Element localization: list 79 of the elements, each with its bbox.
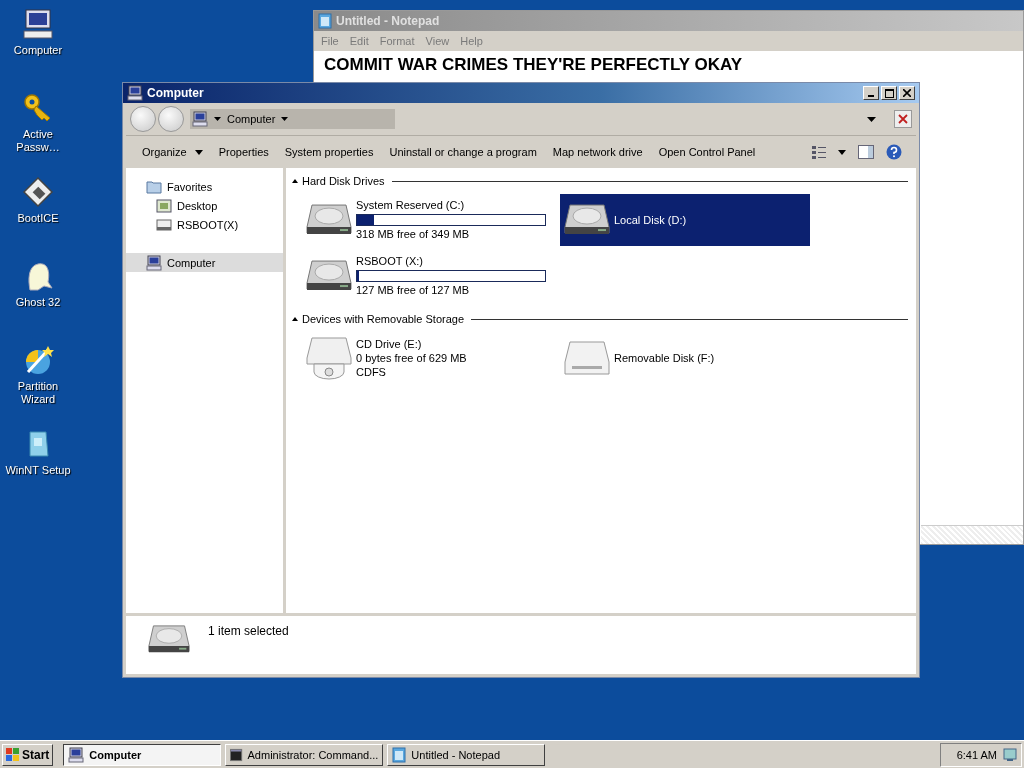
toolbar-button[interactable]: Map network drive	[544, 142, 651, 162]
toolbar-button[interactable]: Open Control Panel	[650, 142, 764, 162]
drive-icon	[156, 217, 172, 232]
drive-name: RSBOOT (X:)	[356, 255, 425, 268]
status-text: 1 item selected	[208, 624, 289, 638]
desktop-icon	[156, 198, 172, 213]
computer-icon	[22, 8, 54, 40]
toolbar-button[interactable]: Properties	[210, 142, 277, 162]
group-heading: Devices with Removable Storage	[302, 313, 465, 325]
collapse-icon[interactable]	[292, 179, 298, 183]
collapse-icon[interactable]	[292, 317, 298, 321]
text-line: COMMIT WAR CRIMES THEY'RE PERFECTLY OKAY	[324, 55, 744, 74]
scrollbar[interactable]	[921, 525, 1023, 544]
preview-pane-icon[interactable]	[858, 145, 874, 159]
taskbar-button[interactable]: Computer	[63, 743, 222, 766]
computer-icon	[146, 254, 162, 271]
maximize-icon	[884, 88, 894, 98]
nav-item[interactable]: Favorites	[126, 177, 283, 196]
help-icon[interactable]	[886, 144, 902, 160]
hard-drive-icon	[148, 624, 190, 655]
desktop-icon-label[interactable]: BootICE	[1, 212, 75, 225]
drive-detail: 318 MB free of 349 MB	[356, 228, 471, 241]
hard-drive-icon	[306, 203, 352, 237]
start-button[interactable]: Start	[2, 743, 54, 766]
notepad-icon	[318, 13, 332, 29]
drive-detail: 0 bytes free of 629 MB	[356, 351, 467, 365]
drive-detail: CDFS	[356, 365, 387, 379]
caret-icon[interactable]	[214, 117, 221, 121]
window-title: Untitled - Notepad	[336, 14, 440, 28]
windows-logo-icon	[6, 747, 20, 762]
breadcrumb[interactable]: Computer	[227, 113, 276, 125]
cd-drive-icon	[306, 336, 352, 380]
computer-icon	[68, 746, 85, 763]
network-icon[interactable]	[1003, 747, 1017, 762]
hard-drive-icon	[306, 259, 352, 293]
taskbar-button[interactable]: Administrator: Command...	[225, 743, 384, 766]
toolbar-button[interactable]: Organize	[134, 142, 211, 162]
nav-item[interactable]: Computer	[126, 253, 283, 272]
caret-icon[interactable]	[281, 117, 289, 121]
drive-name: System Reserved (C:)	[356, 199, 466, 212]
drive-tile[interactable]: System Reserved (C:) 318 MB free of 349 MB	[302, 194, 560, 246]
disk-tool-icon	[22, 176, 54, 208]
drive-name: CD Drive (E:)	[356, 337, 423, 351]
caret-icon	[867, 117, 876, 122]
desktop-icon-label[interactable]: Active Passw…	[1, 128, 75, 154]
taskbar-button[interactable]: Untitled - Notepad	[387, 743, 546, 766]
group-heading: Hard Disk Drives	[302, 175, 385, 187]
console-icon	[230, 747, 243, 762]
drive-tile[interactable]: Local Disk (D:)	[560, 194, 810, 246]
maximize-button[interactable]	[881, 86, 897, 100]
removable-drive-icon	[564, 340, 610, 376]
nav-item[interactable]: RSBOOT(X)	[126, 215, 283, 234]
desktop-icon-label[interactable]: WinNT Setup	[1, 464, 75, 477]
toolbar-button[interactable]: System properties	[276, 142, 382, 162]
drive-tile[interactable]: RSBOOT (X:) 127 MB free of 127 MB	[302, 250, 560, 302]
drive-tile[interactable]: Removable Disk (F:)	[560, 332, 818, 384]
close-button[interactable]	[899, 86, 915, 100]
drive-tile[interactable]: CD Drive (E:) 0 bytes free of 629 MB CDFS	[302, 332, 560, 384]
clock: 6:41 AM	[956, 748, 997, 761]
drive-detail: 127 MB free of 127 MB	[356, 284, 471, 297]
computer-icon	[127, 85, 143, 101]
minimize-button[interactable]	[863, 86, 879, 100]
window-title: Computer	[147, 86, 204, 100]
desktop-icon-label[interactable]: Partition Wizard	[1, 380, 75, 406]
computer-icon	[192, 111, 208, 127]
toolbar-button[interactable]: Uninstall or change a program	[381, 142, 545, 162]
close-icon	[903, 89, 911, 97]
notepad-icon	[392, 746, 407, 763]
hard-drive-icon	[564, 203, 610, 237]
folder-icon	[146, 179, 162, 194]
desktop-icon-label[interactable]: Ghost 32	[1, 296, 75, 309]
drive-name: Local Disk (D:)	[614, 213, 687, 227]
close-icon[interactable]	[894, 110, 912, 128]
drive-name: Removable Disk (F:)	[614, 351, 715, 365]
caret-icon[interactable]	[838, 149, 846, 155]
view-options-icon[interactable]	[812, 145, 826, 159]
caret-icon	[194, 149, 203, 155]
nav-item[interactable]: Desktop	[126, 196, 283, 215]
desktop-icon-label[interactable]: Computer	[1, 44, 75, 57]
